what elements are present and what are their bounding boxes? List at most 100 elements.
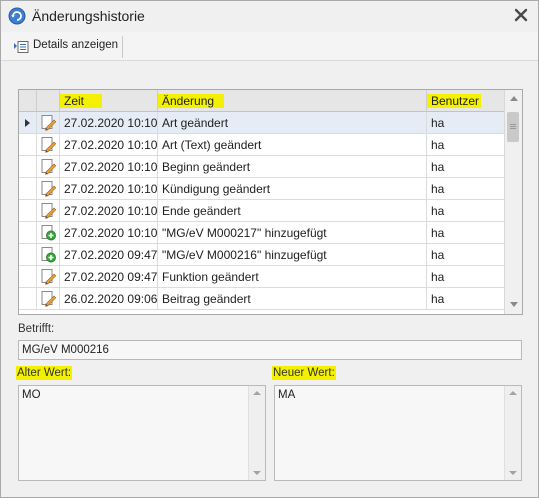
- column-header-user-label: Benutzer: [427, 94, 482, 108]
- time-text: 27.02.2020 10:10: [64, 204, 158, 218]
- change-text: "MG/eV M000217" hinzugefügt: [162, 226, 327, 240]
- time-cell[interactable]: 27.02.2020 10:10: [60, 156, 158, 177]
- time-text: 27.02.2020 09:47: [64, 270, 158, 284]
- grid-header: Zeit Änderung Benutzer: [19, 90, 504, 112]
- edit-pencil-icon: [41, 203, 57, 219]
- time-cell[interactable]: 27.02.2020 10:10: [60, 134, 158, 155]
- row-indicator-cell: [19, 134, 37, 155]
- table-row[interactable]: 27.02.2020 10:10 Kündigung geändert ha: [19, 178, 504, 200]
- change-cell[interactable]: Ende geändert: [158, 200, 427, 221]
- table-row[interactable]: 27.02.2020 10:10 Art (Text) geändert ha: [19, 134, 504, 156]
- row-icon-cell: [37, 200, 60, 221]
- user-cell[interactable]: ha: [427, 134, 504, 155]
- row-icon-cell: [37, 288, 60, 309]
- scroll-thumb[interactable]: [507, 112, 519, 142]
- new-value-field[interactable]: MA: [274, 385, 522, 481]
- change-cell[interactable]: Funktion geändert: [158, 266, 427, 287]
- details-button[interactable]: Details anzeigen: [8, 36, 123, 58]
- time-text: 27.02.2020 09:47: [64, 248, 158, 262]
- user-cell[interactable]: ha: [427, 178, 504, 199]
- user-cell[interactable]: ha: [427, 112, 504, 133]
- time-text: 27.02.2020 10:10: [64, 160, 158, 174]
- time-cell[interactable]: 27.02.2020 10:10: [60, 178, 158, 199]
- change-text: Funktion geändert: [162, 270, 259, 284]
- subject-label: Betrifft:: [18, 323, 55, 335]
- user-text: ha: [431, 226, 445, 240]
- grid-vertical-scrollbar[interactable]: [504, 90, 522, 314]
- time-cell[interactable]: 27.02.2020 09:47: [60, 266, 158, 287]
- edit-pencil-icon: [41, 137, 57, 153]
- row-indicator-cell: [19, 244, 37, 265]
- change-text: Kündigung geändert: [162, 182, 271, 196]
- table-row[interactable]: 27.02.2020 10:10 Art geändert ha: [19, 112, 504, 134]
- new-scroll-up-icon[interactable]: [509, 391, 517, 395]
- row-icon-cell: [37, 178, 60, 199]
- user-cell[interactable]: ha: [427, 156, 504, 177]
- change-text: Beitrag geändert: [162, 292, 251, 306]
- change-cell[interactable]: Kündigung geändert: [158, 178, 427, 199]
- row-icon-cell: [37, 156, 60, 177]
- table-row[interactable]: 27.02.2020 10:10 Ende geändert ha: [19, 200, 504, 222]
- user-cell[interactable]: ha: [427, 200, 504, 221]
- row-indicator-cell: [19, 266, 37, 287]
- edit-pencil-icon: [41, 115, 57, 131]
- table-row[interactable]: 27.02.2020 10:10 "MG/eV M000217" hinzugef…: [19, 222, 504, 244]
- user-cell[interactable]: ha: [427, 288, 504, 309]
- change-cell[interactable]: Beitrag geändert: [158, 288, 427, 309]
- history-grid[interactable]: Zeit Änderung Benutzer 27.02.2020 10:10 A…: [18, 89, 523, 315]
- user-text: ha: [431, 138, 445, 152]
- change-cell[interactable]: "MG/eV M000216" hinzugefügt: [158, 244, 427, 265]
- time-text: 27.02.2020 10:10: [64, 182, 158, 196]
- time-cell[interactable]: 27.02.2020 10:10: [60, 222, 158, 243]
- user-text: ha: [431, 270, 445, 284]
- old-value-scrollbar[interactable]: [248, 386, 265, 480]
- time-cell[interactable]: 27.02.2020 10:10: [60, 112, 158, 133]
- time-cell[interactable]: 27.02.2020 09:47: [60, 244, 158, 265]
- close-icon[interactable]: [512, 6, 530, 24]
- dialog-content: Zeit Änderung Benutzer 27.02.2020 10:10 A…: [1, 61, 538, 497]
- change-cell[interactable]: Beginn geändert: [158, 156, 427, 177]
- time-cell[interactable]: 27.02.2020 10:10: [60, 200, 158, 221]
- row-indicator-cell: [19, 112, 37, 133]
- new-value-text: MA: [278, 389, 296, 401]
- user-text: ha: [431, 248, 445, 262]
- change-text: Ende geändert: [162, 204, 241, 218]
- old-value-field[interactable]: MO: [18, 385, 266, 481]
- table-row[interactable]: 27.02.2020 09:47 Funktion geändert ha: [19, 266, 504, 288]
- row-icon-cell: [37, 112, 60, 133]
- old-scroll-up-icon[interactable]: [253, 391, 261, 395]
- column-header-time[interactable]: Zeit: [60, 90, 158, 111]
- add-document-icon: [41, 247, 56, 263]
- icon-header: [37, 90, 60, 111]
- row-icon-cell: [37, 266, 60, 287]
- edit-pencil-icon: [41, 159, 57, 175]
- new-value-scrollbar[interactable]: [504, 386, 521, 480]
- column-header-change[interactable]: Änderung: [158, 90, 427, 111]
- column-header-user[interactable]: Benutzer: [427, 90, 504, 111]
- user-cell[interactable]: ha: [427, 266, 504, 287]
- edit-pencil-icon: [41, 291, 57, 307]
- time-text: 27.02.2020 10:10: [64, 138, 158, 152]
- user-cell[interactable]: ha: [427, 244, 504, 265]
- subject-field[interactable]: MG/eV M000216: [18, 340, 522, 360]
- change-history-window: Änderungshistorie Details anzeigen Zeit: [0, 0, 539, 498]
- old-value-label: Alter Wert:: [16, 366, 73, 380]
- table-row[interactable]: 27.02.2020 09:47 "MG/eV M000216" hinzugef…: [19, 244, 504, 266]
- edit-pencil-icon: [41, 181, 57, 197]
- title-bar: Änderungshistorie: [1, 1, 538, 32]
- change-cell[interactable]: "MG/eV M000217" hinzugefügt: [158, 222, 427, 243]
- old-scroll-down-icon[interactable]: [253, 471, 261, 475]
- user-cell[interactable]: ha: [427, 222, 504, 243]
- indicator-header: [19, 90, 37, 111]
- time-cell[interactable]: 26.02.2020 09:06: [60, 288, 158, 309]
- details-list-icon: [14, 41, 29, 53]
- change-cell[interactable]: Art (Text) geändert: [158, 134, 427, 155]
- table-row[interactable]: 27.02.2020 10:10 Beginn geändert ha: [19, 156, 504, 178]
- new-scroll-down-icon[interactable]: [509, 471, 517, 475]
- scroll-down-arrow-icon[interactable]: [510, 302, 518, 307]
- change-cell[interactable]: Art geändert: [158, 112, 427, 133]
- table-row[interactable]: 26.02.2020 09:06 Beitrag geändert ha: [19, 288, 504, 310]
- new-value-label: Neuer Wert:: [272, 366, 336, 380]
- subject-value: MG/eV M000216: [22, 344, 109, 356]
- scroll-up-arrow-icon[interactable]: [510, 96, 518, 101]
